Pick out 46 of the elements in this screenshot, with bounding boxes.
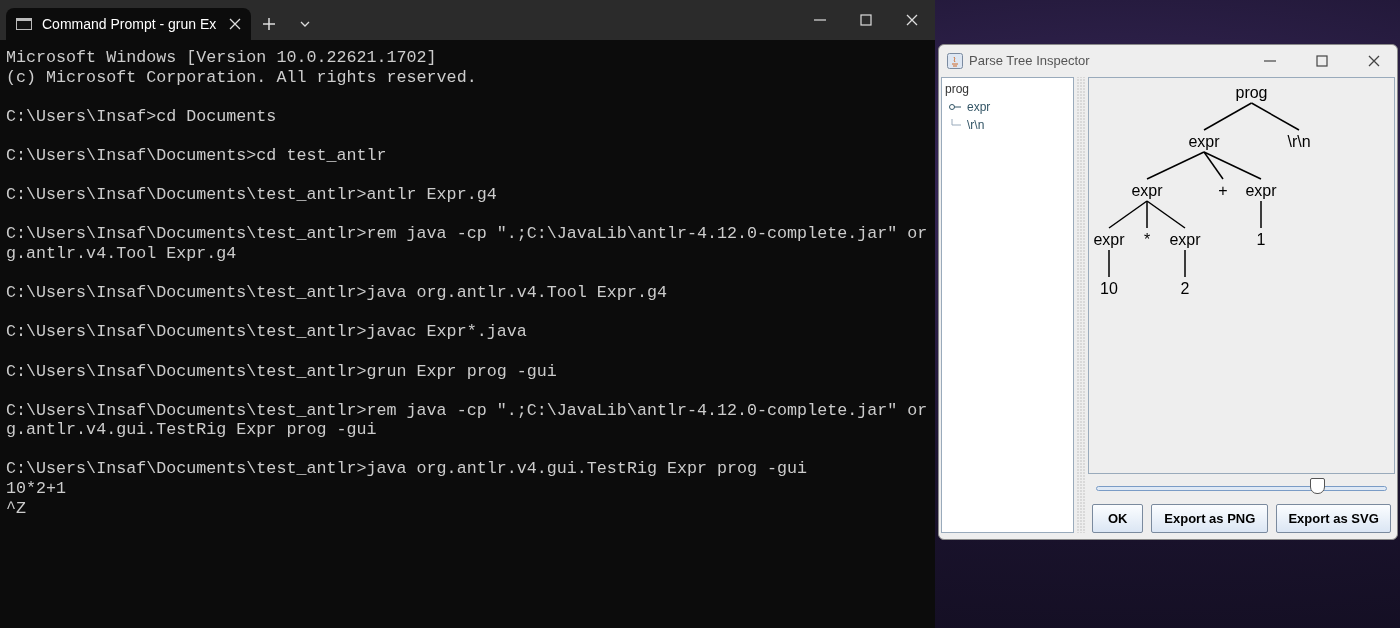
console-line: g.antlr.v4.gui.TestRig Expr prog -gui [6, 420, 378, 440]
tree-edge [1260, 200, 1262, 229]
console-line: C:\Users\Insaf\Documents\test_antlr>rem java -cp ".;C:\JavaLib\antlr-4.12.0-complete.jar" or [6, 224, 929, 244]
console-line: C:\Users\Insaf\Documents>cd test_antlr [6, 145, 388, 166]
tree-edge [1203, 102, 1253, 131]
console-line: g.antlr.v4.Tool Expr.g4 [6, 243, 238, 264]
console-line: C:\Users\Insaf\Documents\test_antlr>antlr Expr.g4 [6, 185, 498, 205]
collapsed-handle-icon[interactable] [949, 101, 963, 113]
console-line: ^Z [6, 498, 28, 519]
java-icon [947, 53, 963, 69]
slider-thumb[interactable] [1310, 477, 1326, 494]
console-line: Microsoft Windows [Version 10.0.22621.1702] [6, 48, 438, 68]
tree-node-label: \r\n [1287, 133, 1311, 150]
tree-edge [1184, 249, 1186, 278]
console-line: C:\Users\Insaf\Documents\test_antlr>javac Expr*.java [6, 322, 528, 342]
tree-node-label: expr [1131, 182, 1163, 199]
tree-node-label: expr [1188, 133, 1220, 150]
window-title: Parse Tree Inspector [969, 52, 1091, 71]
tree-node[interactable]: expr [967, 98, 991, 116]
tree-node[interactable]: \r\n [967, 116, 985, 134]
tree-edge [1108, 249, 1110, 278]
tree-edge [1250, 102, 1300, 131]
tree-node-label: * [1143, 231, 1151, 248]
console-line: C:\Users\Insaf\Documents\test_antlr>grun Expr prog -gui [6, 361, 558, 382]
tree-node-label: prog [1235, 84, 1268, 101]
close-icon[interactable] [229, 18, 241, 30]
terminal-tab[interactable]: Command Prompt - grun Ex [6, 8, 251, 40]
console-line: 10*2+1 [6, 479, 68, 499]
console-line: C:\Users\Insaf\Documents\test_antlr>rem java -cp ".;C:\JavaLib\antlr-4.12.0-complete.jar" or [6, 400, 929, 421]
tree-node-label: expr [1245, 182, 1277, 199]
dialog-button[interactable]: OK [1092, 503, 1144, 533]
console-icon [16, 18, 32, 30]
tree-node-label: expr [1093, 231, 1125, 248]
console-line: (c) Microsoft Corporation. All rights reserved. [6, 67, 478, 88]
tree-node-label: + [1218, 182, 1228, 199]
console-line: C:\Users\Insaf>cd Documents [6, 106, 278, 127]
tree-node-label: 2 [1180, 280, 1190, 297]
dialog-button[interactable]: Export as PNG [1151, 503, 1269, 533]
tab-title: Command Prompt - grun Ex [42, 14, 218, 34]
console-line: C:\Users\Insaf\Documents\test_antlr>java org.antlr.v4.gui.TestRig Expr prog -gui [6, 459, 809, 480]
tree-node-label: 10 [1100, 280, 1118, 297]
tree-node-label: expr [1169, 231, 1201, 248]
console-line: C:\Users\Insaf\Documents\test_antlr>java org.antlr.v4.Tool Expr.g4 [6, 283, 668, 303]
tree-node-label: 1 [1256, 231, 1266, 248]
dialog-button[interactable]: Export as SVG [1276, 503, 1391, 533]
tree-node[interactable]: prog [945, 80, 970, 98]
